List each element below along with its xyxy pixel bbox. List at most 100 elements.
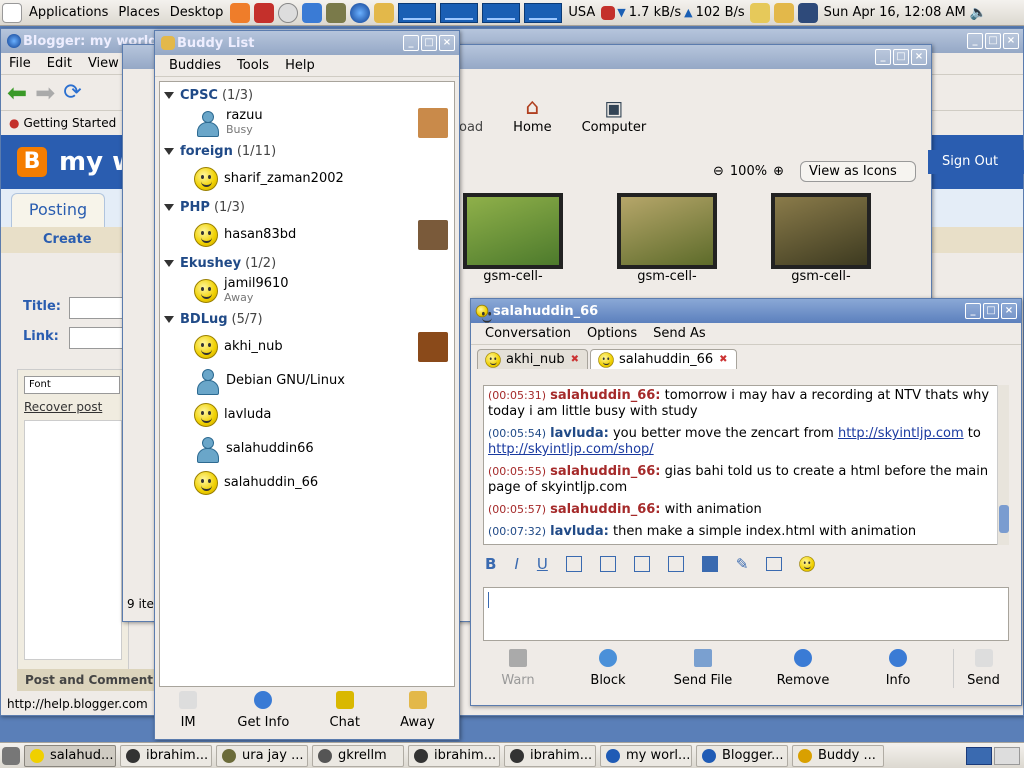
close-button[interactable]: ×	[1001, 303, 1017, 319]
launcher-icon[interactable]	[230, 2, 251, 23]
phone-icon[interactable]	[254, 2, 275, 23]
expander-icon[interactable]	[164, 91, 174, 99]
send-button[interactable]: Send	[953, 649, 1013, 688]
minimize-button[interactable]: _	[967, 33, 983, 49]
close-button[interactable]: ×	[439, 35, 455, 51]
tab-posting[interactable]: Posting	[11, 193, 105, 227]
buddy-row[interactable]: akhi_nub	[164, 330, 450, 364]
notes-icon[interactable]	[749, 2, 770, 23]
maximize-button[interactable]: □	[893, 49, 909, 65]
block-button[interactable]: Block	[573, 649, 643, 688]
away-button[interactable]: Away	[400, 691, 435, 730]
view-as-select[interactable]: View as Icons	[799, 161, 916, 182]
buddy-group-header[interactable]: foreign (1/11)	[164, 140, 450, 162]
buddy-group-header[interactable]: BDLug (5/7)	[164, 308, 450, 330]
font-select[interactable]: Font	[24, 376, 120, 394]
options-menu[interactable]: Options	[579, 326, 645, 341]
message-link[interactable]: http://skyintljp.com/shop/	[488, 442, 654, 457]
minimize-button[interactable]: _	[965, 303, 981, 319]
close-button[interactable]: ×	[911, 49, 927, 65]
edit-menu[interactable]: Edit	[39, 56, 80, 71]
file-menu[interactable]: File	[1, 56, 39, 71]
view-menu[interactable]: View	[80, 56, 127, 71]
reload-icon[interactable]: ⟳	[63, 80, 81, 105]
taskbar-item[interactable]: my worl...	[600, 744, 692, 767]
smiley-insert-icon[interactable]	[799, 556, 816, 572]
taskbar-item[interactable]: Blogger...	[696, 744, 788, 767]
message-input[interactable]	[483, 587, 1009, 641]
desktop-menu[interactable]: Desktop	[165, 5, 229, 20]
gkrellm-icon[interactable]	[326, 2, 347, 23]
file-item-0[interactable]: gsm-cell-	[463, 193, 563, 284]
fg-color-icon[interactable]	[667, 556, 684, 572]
send-file-button[interactable]: Send File	[663, 649, 743, 688]
conversation-menu[interactable]: Conversation	[477, 326, 579, 341]
buddy-row[interactable]: lavluda	[164, 398, 450, 432]
maximize-button[interactable]: □	[985, 33, 1001, 49]
tools-menu[interactable]: Tools	[229, 58, 277, 73]
buddy-group-header[interactable]: CPSC (1/3)	[164, 84, 450, 106]
bg-color-icon[interactable]	[701, 556, 718, 572]
clock-app-icon[interactable]	[278, 2, 299, 23]
minimize-button[interactable]: _	[403, 35, 419, 51]
zoom-out-icon[interactable]: ⊖	[713, 164, 724, 179]
expander-icon[interactable]	[164, 147, 174, 155]
remove-button[interactable]: Remove	[763, 649, 843, 688]
close-tab-icon[interactable]: ✖	[719, 354, 727, 365]
post-comments-options[interactable]: Post and Comment	[17, 669, 157, 691]
workspace-switcher[interactable]	[966, 746, 992, 765]
close-button[interactable]: ×	[1003, 33, 1019, 49]
close-tab-icon[interactable]: ✖	[571, 354, 579, 365]
expander-icon[interactable]	[164, 203, 174, 211]
buddy-row[interactable]: razuu Busy	[164, 106, 450, 140]
font-size-up-icon[interactable]	[565, 556, 582, 572]
maximize-button[interactable]: □	[983, 303, 999, 319]
italic-button[interactable]: I	[514, 555, 518, 573]
globe-icon[interactable]	[350, 2, 371, 23]
taskbar-item[interactable]: salahud...	[24, 744, 116, 767]
send-as-menu[interactable]: Send As	[645, 326, 714, 341]
im-button[interactable]: IM	[179, 691, 198, 730]
chat-button[interactable]: Chat	[330, 691, 360, 730]
gnome-foot-icon[interactable]	[2, 2, 22, 23]
message-link[interactable]: http://skyintljp.com	[838, 426, 964, 441]
info-button[interactable]: Info	[863, 649, 933, 688]
link-icon[interactable]: ✎	[736, 555, 749, 573]
taskbar-item[interactable]: Buddy ...	[792, 744, 884, 767]
underline-button[interactable]: U	[537, 555, 548, 573]
clock[interactable]: Sun Apr 16, 12:08 AM	[820, 5, 970, 20]
show-desktop-icon[interactable]	[2, 746, 20, 765]
workspace-2[interactable]	[994, 746, 1020, 765]
back-arrow-icon[interactable]: ⬅	[7, 79, 27, 107]
expander-icon[interactable]	[164, 259, 174, 267]
forward-arrow-icon[interactable]: ➡	[35, 79, 55, 107]
link-input[interactable]	[69, 327, 129, 349]
font-size-down-icon[interactable]	[599, 556, 616, 572]
chat-titlebar[interactable]: salahuddin_66 _ □ ×	[471, 299, 1021, 323]
reload-partial-label[interactable]: oad	[459, 120, 483, 135]
bookmark-getting-started[interactable]: Getting Started	[23, 116, 116, 130]
get-info-button[interactable]: Get Info	[237, 691, 289, 730]
tab-akhi-nub[interactable]: akhi_nub ✖	[477, 349, 588, 369]
buddy-row[interactable]: hasan83bd	[164, 218, 450, 252]
warn-button[interactable]: Warn	[483, 649, 553, 688]
buddy-row[interactable]: salahuddin66	[164, 432, 450, 466]
taskbar-item[interactable]: gkrellm	[312, 744, 404, 767]
tab-salahuddin-66[interactable]: salahuddin_66 ✖	[589, 349, 737, 369]
taskbar-item[interactable]: ibrahim...	[120, 744, 212, 767]
buddy-row[interactable]: sharif_zaman2002	[164, 162, 450, 196]
file-item-1[interactable]: gsm-cell-	[617, 193, 717, 284]
maximize-button[interactable]: □	[421, 35, 437, 51]
buddy-row[interactable]: salahuddin_66	[164, 466, 450, 500]
places-menu[interactable]: Places	[113, 5, 164, 20]
sign-out-link[interactable]: Sign Out	[928, 150, 1024, 174]
recover-post-link[interactable]: Recover post	[24, 400, 128, 414]
file-item-2[interactable]: gsm-cell-	[771, 193, 871, 284]
zoom-level[interactable]: 100%	[730, 164, 767, 179]
minimize-button[interactable]: _	[875, 49, 891, 65]
home-button[interactable]: ⌂ Home	[513, 95, 551, 135]
buddies-menu[interactable]: Buddies	[161, 58, 229, 73]
help-menu[interactable]: Help	[277, 58, 323, 73]
buddy-tray-icon[interactable]	[773, 2, 794, 23]
taskbar-item[interactable]: ura jay ...	[216, 744, 308, 767]
